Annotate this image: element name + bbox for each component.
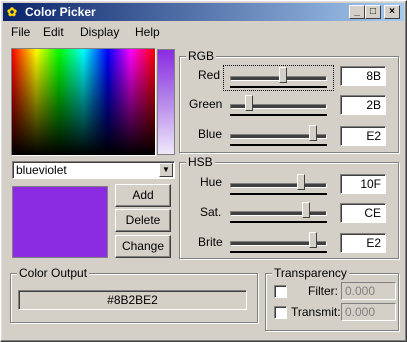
green-slider[interactable] xyxy=(230,95,327,117)
rgb-group-label: RGB xyxy=(186,49,217,63)
delete-button[interactable]: Delete xyxy=(115,209,171,232)
blue-slider[interactable] xyxy=(230,125,327,147)
blue-value-field[interactable]: E2 xyxy=(340,126,386,146)
blue-label: Blue xyxy=(198,127,223,141)
hue-value-field[interactable]: 10F xyxy=(340,174,386,194)
menu-edit[interactable]: Edit xyxy=(43,25,64,39)
filter-checkbox[interactable] xyxy=(274,285,287,298)
color-output-field: #8B2BE2 xyxy=(18,290,247,310)
color-name-value: blueviolet xyxy=(16,163,67,177)
brite-label: Brite xyxy=(198,235,223,249)
brite-slider[interactable] xyxy=(230,232,327,254)
hue-label: Hue xyxy=(200,175,223,189)
transmit-label: Transmit: xyxy=(291,305,341,319)
green-value-field[interactable]: 2B xyxy=(340,95,386,115)
green-label: Green xyxy=(189,97,223,111)
filter-label: Filter: xyxy=(308,284,338,298)
hue-slider[interactable] xyxy=(230,174,327,196)
slider-thumb[interactable] xyxy=(245,95,254,111)
slider-thumb[interactable] xyxy=(296,174,305,190)
color-name-combobox[interactable]: blueviolet ▼ xyxy=(12,161,175,179)
transmit-value-field: 0.000 xyxy=(341,303,396,321)
brite-value-field[interactable]: E2 xyxy=(340,233,386,253)
color-swatch xyxy=(12,186,108,258)
title-bar[interactable]: ✿ Color Picker _ □ × xyxy=(3,3,404,21)
minimize-button[interactable]: _ xyxy=(349,5,365,19)
color-output-label: Color Output xyxy=(17,266,90,280)
brightness-bar[interactable] xyxy=(157,49,175,155)
hsb-group-label: HSB xyxy=(186,155,215,169)
color-picker-window: ✿ Color Picker _ □ × File Edit Display H… xyxy=(0,0,407,342)
red-label: Red xyxy=(198,68,221,82)
menu-display[interactable]: Display xyxy=(80,25,119,39)
color-spectrum[interactable] xyxy=(12,49,155,155)
transparency-label: Transparency xyxy=(272,266,349,280)
slider-thumb[interactable] xyxy=(308,232,317,248)
filter-value-field: 0.000 xyxy=(341,282,396,300)
transmit-checkbox[interactable] xyxy=(274,306,287,319)
red-value-field[interactable]: 8B xyxy=(340,66,386,86)
sat-value-field[interactable]: CE xyxy=(340,203,386,223)
window-title: Color Picker xyxy=(25,5,96,19)
app-icon: ✿ xyxy=(7,5,18,19)
slider-thumb[interactable] xyxy=(308,125,317,141)
change-button[interactable]: Change xyxy=(115,235,171,258)
menu-file[interactable]: File xyxy=(11,25,30,39)
menu-bar: File Edit Display Help xyxy=(3,22,404,42)
close-button[interactable]: × xyxy=(384,5,400,19)
slider-thumb[interactable] xyxy=(302,202,311,218)
chevron-down-icon[interactable]: ▼ xyxy=(159,163,173,177)
maximize-button[interactable]: □ xyxy=(365,5,381,19)
sat-slider[interactable] xyxy=(230,202,327,224)
red-slider[interactable] xyxy=(230,67,327,89)
add-button[interactable]: Add xyxy=(115,184,171,207)
slider-thumb[interactable] xyxy=(278,67,287,83)
sat-label: Sat. xyxy=(200,205,222,219)
menu-help[interactable]: Help xyxy=(135,25,160,39)
